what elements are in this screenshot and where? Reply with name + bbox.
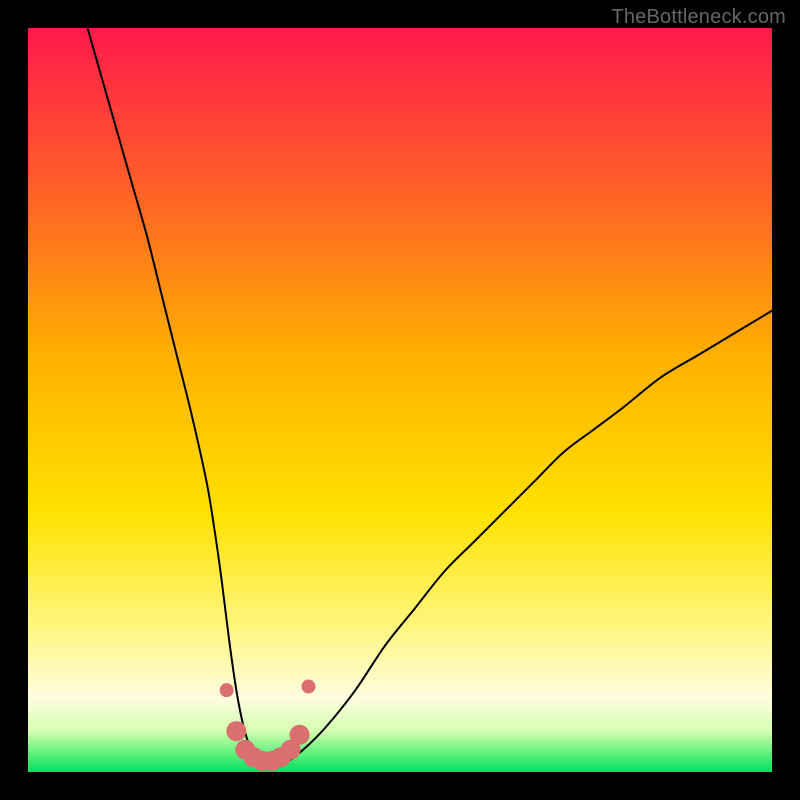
optimal-marker — [290, 725, 310, 745]
optimal-marker — [301, 679, 315, 693]
optimal-marker — [226, 721, 246, 741]
chart-svg — [28, 28, 772, 772]
gradient-background — [28, 28, 772, 772]
chart-plot-area — [28, 28, 772, 772]
chart-frame: TheBottleneck.com — [0, 0, 800, 800]
optimal-marker — [220, 683, 234, 697]
watermark-text: TheBottleneck.com — [611, 6, 786, 29]
